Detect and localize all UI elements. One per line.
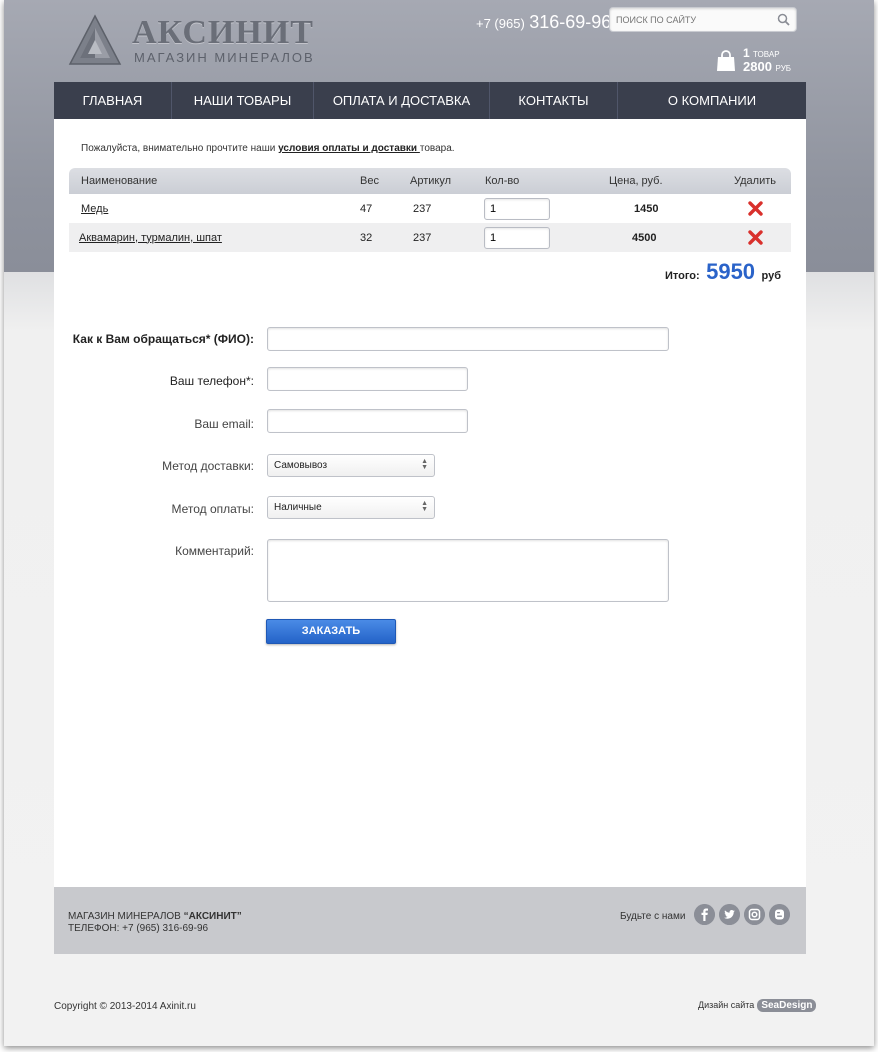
product-link[interactable]: Аквамарин, турмалин, шпат bbox=[79, 232, 222, 244]
row-article: 237 bbox=[413, 231, 432, 244]
footer-shop-name: МАГАЗИН МИНЕРАЛОВ “АКСИНИТ” bbox=[68, 911, 242, 922]
total-label: Итого: bbox=[664, 270, 700, 282]
phone-number: 316-69-96 bbox=[529, 12, 612, 32]
delivery-select[interactable]: Самовывоз ▲ ▼ bbox=[267, 454, 435, 477]
col-price-header: Цена, руб. bbox=[609, 175, 663, 187]
cart-table: Наименование Вес Артикул Кол-во Цена, ру… bbox=[69, 168, 791, 252]
order-button[interactable]: ЗАКАЗАТЬ bbox=[266, 619, 396, 644]
payment-select[interactable]: Наличные ▲ ▼ bbox=[267, 496, 435, 519]
page-frame: АКСИНИТ МАГАЗИН МИНЕРАЛОВ +7 (965) 316-6… bbox=[4, 0, 874, 1046]
phone-field[interactable] bbox=[267, 367, 468, 391]
instagram-icon[interactable] bbox=[744, 904, 765, 925]
delivery-terms-link[interactable]: условия оплаты и доставки bbox=[278, 143, 420, 154]
designer-credit: Дизайн сайта SeaDesign bbox=[698, 999, 817, 1012]
quantity-input[interactable] bbox=[484, 226, 550, 249]
cart-notice: Пожалуйста, внимательно прочтите наши ус… bbox=[81, 143, 455, 154]
table-row: Аквамарин, турмалин, шпат 32 237 4500 bbox=[69, 223, 791, 252]
total-value: 5950 bbox=[706, 259, 756, 284]
nav-item-products[interactable]: Наши товары bbox=[172, 82, 314, 119]
total-currency: руб bbox=[761, 270, 782, 282]
row-weight: 32 bbox=[360, 231, 373, 244]
table-row: Медь 47 237 1450 bbox=[69, 194, 791, 223]
main-nav: Главная Наши товары Оплата и доставка Ко… bbox=[54, 82, 806, 119]
email-label: Ваш email: bbox=[194, 417, 254, 431]
email-field[interactable] bbox=[267, 409, 468, 433]
col-weight-header: Вес bbox=[360, 175, 379, 187]
search-icon[interactable] bbox=[777, 13, 790, 26]
name-field[interactable] bbox=[267, 327, 669, 351]
footer-phone: ТЕЛЕФОН: +7 (965) 316-69-96 bbox=[68, 923, 209, 934]
row-article: 237 bbox=[413, 202, 432, 215]
main-content: Пожалуйста, внимательно прочтите наши ус… bbox=[54, 119, 806, 887]
delivery-label: Метод доставки: bbox=[162, 459, 254, 473]
footer: МАГАЗИН МИНЕРАЛОВ “АКСИНИТ” ТЕЛЕФОН: +7 … bbox=[54, 887, 806, 954]
col-delete-header: Удалить bbox=[734, 175, 776, 187]
payment-value: Наличные bbox=[274, 502, 322, 513]
phone-code: +7 (965) bbox=[476, 16, 525, 31]
logo-title: АКСИНИТ bbox=[132, 14, 314, 51]
product-link[interactable]: Медь bbox=[81, 203, 108, 215]
nav-item-contacts[interactable]: Контакты bbox=[490, 82, 618, 119]
follow-us-label: Будьте с нами bbox=[620, 911, 686, 922]
shopping-bag-icon bbox=[717, 50, 735, 71]
cart-count: 1 ТОВАР bbox=[743, 46, 780, 60]
blogger-icon[interactable] bbox=[769, 904, 790, 925]
row-price: 4500 bbox=[632, 231, 657, 244]
select-arrows-icon: ▲ ▼ bbox=[421, 500, 428, 513]
col-qty-header: Кол-во bbox=[485, 175, 520, 187]
payment-label: Метод оплаты: bbox=[171, 502, 254, 516]
logo-subtitle: МАГАЗИН МИНЕРАЛОВ bbox=[134, 50, 315, 65]
cart-total: Итого: 5950 руб bbox=[665, 259, 781, 285]
select-arrows-icon: ▲ ▼ bbox=[421, 458, 428, 471]
logo-triangle-icon bbox=[68, 14, 122, 65]
col-article-header: Артикул bbox=[410, 175, 452, 187]
twitter-icon[interactable] bbox=[719, 904, 740, 925]
cart-sum: 2800 РУБ bbox=[743, 59, 792, 74]
notice-text-end: товара. bbox=[419, 143, 455, 154]
copyright: Copyright © 2013-2014 Axinit.ru bbox=[54, 1001, 196, 1012]
designer-logo[interactable]: SeaDesign bbox=[757, 999, 817, 1012]
delete-icon[interactable] bbox=[748, 201, 763, 216]
comment-label: Комментарий: bbox=[175, 544, 254, 558]
phone-label: Ваш телефон*: bbox=[169, 374, 254, 388]
facebook-icon[interactable] bbox=[694, 904, 715, 925]
row-price: 1450 bbox=[634, 202, 659, 215]
nav-item-about[interactable]: О компании bbox=[618, 82, 806, 119]
delete-icon[interactable] bbox=[748, 230, 763, 245]
comment-field[interactable] bbox=[267, 539, 669, 602]
nav-item-payment-delivery[interactable]: Оплата и доставка bbox=[314, 82, 490, 119]
header-cart[interactable]: 1 ТОВАР 2800 РУБ bbox=[716, 44, 806, 76]
name-label: Как к Вам обращаться* (ФИО): bbox=[72, 332, 254, 346]
col-name-header: Наименование bbox=[81, 175, 158, 187]
quantity-input[interactable] bbox=[484, 197, 550, 220]
row-weight: 47 bbox=[360, 202, 373, 215]
search-box bbox=[609, 7, 797, 32]
notice-text: Пожалуйста, внимательно прочтите наши bbox=[81, 143, 279, 154]
table-header: Наименование Вес Артикул Кол-во Цена, ру… bbox=[69, 168, 791, 194]
nav-item-home[interactable]: Главная bbox=[54, 82, 172, 119]
site-logo[interactable]: АКСИНИТ МАГАЗИН МИНЕРАЛОВ bbox=[68, 14, 313, 68]
delivery-value: Самовывоз bbox=[274, 460, 328, 471]
header-phone: +7 (965) 316-69-96 bbox=[476, 12, 611, 33]
search-input[interactable] bbox=[616, 12, 766, 28]
